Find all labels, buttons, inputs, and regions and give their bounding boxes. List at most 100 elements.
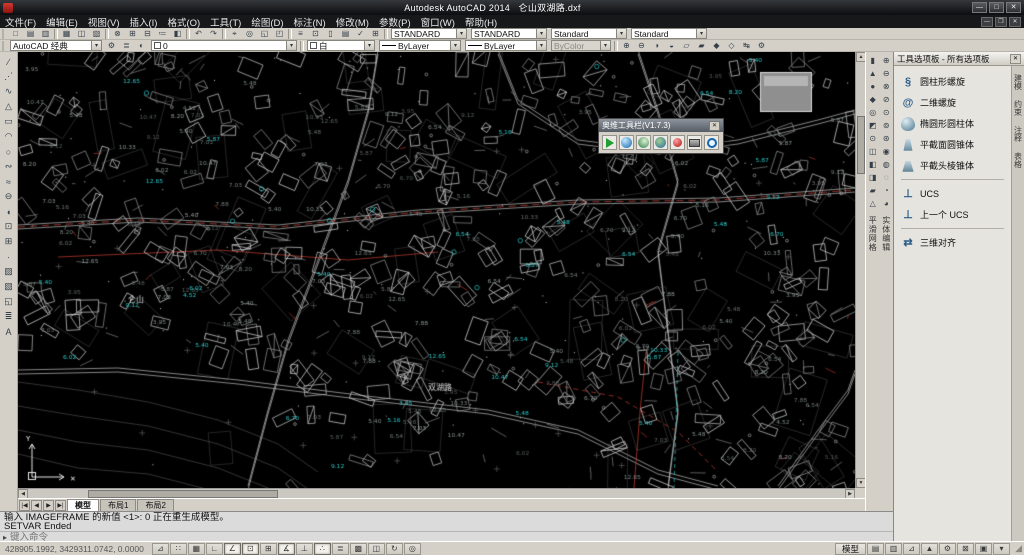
menu-modify[interactable]: 修改(M) <box>331 15 374 28</box>
layer-unlock-button[interactable]: ◇ <box>724 40 739 51</box>
modeling-tool-3-button[interactable]: ◆ <box>866 93 879 106</box>
ortho-mode-toggle[interactable]: ∟ <box>206 543 223 555</box>
close-button[interactable]: ✕ <box>1006 2 1021 13</box>
menu-window[interactable]: 窗口(W) <box>416 15 460 28</box>
solid-editing-tool-4-button[interactable]: ⊙ <box>880 106 893 119</box>
menu-tools[interactable]: 工具(T) <box>205 15 246 28</box>
modeling-tool-10-button[interactable]: ▰ <box>866 184 879 197</box>
menu-help[interactable]: 帮助(H) <box>460 15 502 28</box>
sheet-set-manager-button[interactable]: ▤ <box>338 28 353 39</box>
layer-dropdown[interactable]: 0▾ <box>151 40 297 51</box>
zoom-realtime-button[interactable]: ◎ <box>242 28 257 39</box>
table-button[interactable]: ≣ <box>1 309 17 324</box>
solid-editing-tool-10-button[interactable]: ◔ <box>880 184 893 197</box>
dynamic-input-toggle[interactable]: ∴ <box>314 543 331 555</box>
linetype-dropdown[interactable]: ByLayer▾ <box>379 40 461 51</box>
3d-object-snap-toggle[interactable]: ⊞ <box>260 543 277 555</box>
tray-arrow-button[interactable]: ▾ <box>993 543 1010 555</box>
panel-icon[interactable] <box>687 135 702 150</box>
palette-item-helix-2d[interactable]: @二维螺旋 <box>896 92 1009 113</box>
palette-item-3d-align[interactable]: ⇄三维对齐 <box>896 232 1009 253</box>
menu-edit[interactable]: 编辑(E) <box>41 15 83 28</box>
selection-cycling-toggle[interactable]: ↻ <box>386 543 403 555</box>
table-style-dropdown[interactable]: Standard▾ <box>551 28 627 39</box>
marker-icon[interactable] <box>670 135 685 150</box>
model-space-button[interactable]: 模型 <box>835 543 866 555</box>
menu-draw[interactable]: 绘图(D) <box>246 15 288 28</box>
palette-tab-3[interactable]: 表格 <box>1013 152 1024 168</box>
layer-walk-button[interactable]: ↹ <box>739 40 754 51</box>
palette-item-ucs-previous[interactable]: ⊥上一个 UCS <box>896 204 1009 225</box>
palette-item-helix-cylinder[interactable]: §圆柱形螺旋 <box>896 71 1009 92</box>
tool-palettes-button[interactable]: ▯ <box>323 28 338 39</box>
revision-cloud-button[interactable]: ∾ <box>1 159 17 174</box>
toolbar-lock-button[interactable]: ⊠ <box>957 543 974 555</box>
map-layer-icon[interactable] <box>636 135 651 150</box>
markup-set-manager-button[interactable]: ✓ <box>353 28 368 39</box>
color-dropdown[interactable]: 白▾ <box>307 40 375 51</box>
palette-close-icon[interactable]: ✕ <box>1010 54 1021 64</box>
layer-settings-button[interactable]: ⚙ <box>754 40 769 51</box>
modeling-tool-4-button[interactable]: ◎ <box>866 106 879 119</box>
spline-button[interactable]: ≈ <box>1 174 17 189</box>
region-button[interactable]: ◱ <box>1 294 17 309</box>
menu-file[interactable]: 文件(F) <box>0 15 41 28</box>
palette-item-ucs[interactable]: ⊥UCS <box>896 183 1009 204</box>
modeling-tool-5-button[interactable]: ◩ <box>866 119 879 132</box>
palette-item-pyramid-frustum[interactable]: 平截头棱锥体 <box>896 155 1009 176</box>
quick-properties-toggle[interactable]: ◫ <box>368 543 385 555</box>
solid-editing-tool-6-button[interactable]: ⊛ <box>880 132 893 145</box>
vertical-scroll-thumb[interactable] <box>857 116 865 174</box>
floating-toolbar-close-icon[interactable]: ✕ <box>709 121 720 131</box>
solid-editing-tool-9-button[interactable]: ◌ <box>880 171 893 184</box>
workspace-switching-button[interactable]: ⚙ <box>939 543 956 555</box>
text-style-dropdown[interactable]: STANDARD▾ <box>391 28 467 39</box>
solid-editing-tool-5-button[interactable]: ⊚ <box>880 119 893 132</box>
insert-block-button[interactable]: ⊡ <box>1 219 17 234</box>
ellipse-arc-button[interactable]: ◖ <box>1 204 17 219</box>
solid-editing-tool-8-button[interactable]: ◍ <box>880 158 893 171</box>
solid-editing-tool-11-button[interactable]: ◕ <box>880 197 893 210</box>
modeling-tool-0-button[interactable]: ▮ <box>866 54 879 67</box>
annotation-scale-button[interactable]: ⊿ <box>903 543 920 555</box>
palette-item-cone-frustum[interactable]: 平截面圆锥体 <box>896 134 1009 155</box>
horizontal-scrollbar[interactable]: ◀ ▶ <box>18 488 855 498</box>
grid-display-toggle[interactable]: ▦ <box>188 543 205 555</box>
cut-button[interactable]: ⊗ <box>110 28 125 39</box>
match-properties-button[interactable]: ≔ <box>155 28 170 39</box>
floating-toolbar-title-bar[interactable]: 奥维工具栏(V1.7.3) ✕ <box>599 119 723 132</box>
palette-tab-1[interactable]: 约束 <box>1013 100 1024 116</box>
solid-editing-tool-3-button[interactable]: ⊘ <box>880 93 893 106</box>
layer-states-button[interactable]: ◐ <box>134 40 149 51</box>
snap-mode-toggle[interactable]: ∷ <box>170 543 187 555</box>
toolbar-grab-handle[interactable] <box>2 29 6 39</box>
annotation-monitor-toggle[interactable]: ◎ <box>404 543 421 555</box>
dimension-style-dropdown[interactable]: STANDARD▾ <box>471 28 547 39</box>
tab-nav-0[interactable]: |◀ <box>19 500 30 511</box>
doc-close-button[interactable]: ✕ <box>1009 17 1021 27</box>
object-snap-toggle[interactable]: ⊡ <box>242 543 259 555</box>
multiline-text-button[interactable]: A <box>1 324 17 339</box>
infer-constraints-toggle[interactable]: ⊿ <box>152 543 169 555</box>
earth-icon[interactable] <box>653 135 668 150</box>
polar-tracking-toggle[interactable]: ∠ <box>224 543 241 555</box>
zoom-window-button[interactable]: ◱ <box>257 28 272 39</box>
layer-isolate-button[interactable]: ◑ <box>649 40 664 51</box>
hatch-button[interactable]: ▨ <box>1 264 17 279</box>
construction-line-button[interactable]: ⋰ <box>1 69 17 84</box>
horizontal-scroll-thumb[interactable] <box>88 490 278 498</box>
point-button[interactable]: ∙ <box>1 249 17 264</box>
arc-button[interactable]: ◠ <box>1 129 17 144</box>
solid-editing-tool-0-button[interactable]: ⊕ <box>880 54 893 67</box>
doc-restore-button[interactable]: ❐ <box>995 17 1007 27</box>
plot-button[interactable]: ▦ <box>59 28 74 39</box>
transparency-toggle[interactable]: ▩ <box>350 543 367 555</box>
modeling-tool-8-button[interactable]: ◧ <box>866 158 879 171</box>
solid-editing-tool-1-button[interactable]: ⊖ <box>880 67 893 80</box>
plot-style-dropdown[interactable]: ByColor▾ <box>551 40 611 51</box>
menu-insert[interactable]: 插入(I) <box>124 15 162 28</box>
make-block-button[interactable]: ⊞ <box>1 234 17 249</box>
gradient-button[interactable]: ▧ <box>1 279 17 294</box>
toolbar-grab-handle[interactable] <box>2 41 6 51</box>
tool-palettes-title-bar[interactable]: 工具选项板 - 所有选项板 ✕ <box>894 52 1024 66</box>
